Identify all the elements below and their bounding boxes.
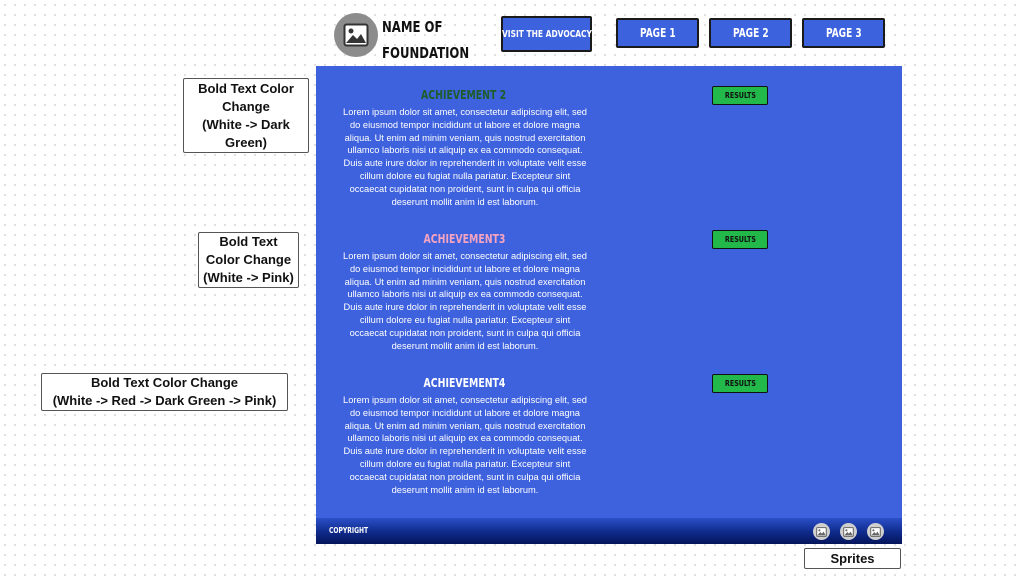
visit-advocacy-label: VISIT THE ADVOCACY: [501, 28, 592, 40]
annotation-achievement2-color: Bold Text Color Change (White -> Dark Gr…: [183, 78, 309, 153]
achievement-description: Lorem ipsum dolor sit amet, consectetur …: [343, 251, 587, 351]
foundation-name: NAME OF FOUNDATION: [382, 14, 470, 66]
visit-advocacy-button[interactable]: VISIT THE ADVOCACY: [501, 16, 592, 52]
image-placeholder-icon: [843, 526, 854, 537]
annotation-text: Sprites: [830, 550, 875, 566]
annotation-text: Bold Text Color Change (White -> Dark Gr…: [198, 80, 294, 150]
image-placeholder-icon: [816, 526, 827, 537]
copyright-label: COPYRIGHT: [329, 526, 369, 535]
achievements-panel: ACHIEVEMENT 2 Lorem ipsum dolor sit amet…: [316, 66, 902, 544]
results-button-label: RESULTS: [724, 91, 756, 100]
foundation-logo[interactable]: [334, 13, 378, 57]
achievement-title-text: ACHIEVEMENT3: [423, 232, 505, 246]
foundation-name-line2: FOUNDATION: [382, 44, 470, 62]
annotation-sprites: Sprites: [804, 548, 901, 569]
results-button[interactable]: RESULTS: [712, 374, 768, 393]
nav-page-3-label: PAGE 3: [825, 26, 862, 40]
nav-page-2-button[interactable]: PAGE 2: [709, 18, 792, 48]
nav-page-1-button[interactable]: PAGE 1: [616, 18, 699, 48]
nav-page-2-label: PAGE 2: [732, 26, 769, 40]
results-button[interactable]: RESULTS: [712, 230, 768, 249]
achievement-description: Lorem ipsum dolor sit amet, consectetur …: [343, 395, 587, 495]
results-button-label: RESULTS: [724, 379, 756, 388]
results-button-label: RESULTS: [724, 235, 756, 244]
results-button[interactable]: RESULTS: [712, 86, 768, 105]
sprite-1[interactable]: [813, 523, 830, 540]
annotation-achievement3-color: Bold Text Color Change (White -> Pink): [198, 232, 299, 288]
annotation-text: Bold Text Color Change (White -> Red -> …: [52, 375, 277, 408]
sprite-3[interactable]: [867, 523, 884, 540]
image-placeholder-icon: [343, 23, 369, 47]
nav-page-1-label: PAGE 1: [639, 26, 676, 40]
annotation-text: Bold Text Color Change (White -> Pink): [203, 234, 294, 285]
annotation-achievement4-color: Bold Text Color Change (White -> Red -> …: [41, 373, 288, 411]
achievement-title-text: ACHIEVEMENT 2: [421, 88, 507, 102]
foundation-name-line1: NAME OF: [382, 18, 443, 36]
image-placeholder-icon: [870, 526, 881, 537]
achievement-title-text: ACHIEVEMENT4: [423, 376, 505, 390]
achievement-description: Lorem ipsum dolor sit amet, consectetur …: [343, 107, 587, 207]
achievement-title: ACHIEVEMENT4: [344, 376, 584, 390]
footer-bar: COPYRIGHT: [316, 518, 902, 544]
achievement-title: ACHIEVEMENT3: [344, 232, 584, 246]
sprite-2[interactable]: [840, 523, 857, 540]
achievement-title: ACHIEVEMENT 2: [344, 88, 584, 102]
nav-page-3-button[interactable]: PAGE 3: [802, 18, 885, 48]
copyright-text: COPYRIGHT: [329, 526, 381, 535]
